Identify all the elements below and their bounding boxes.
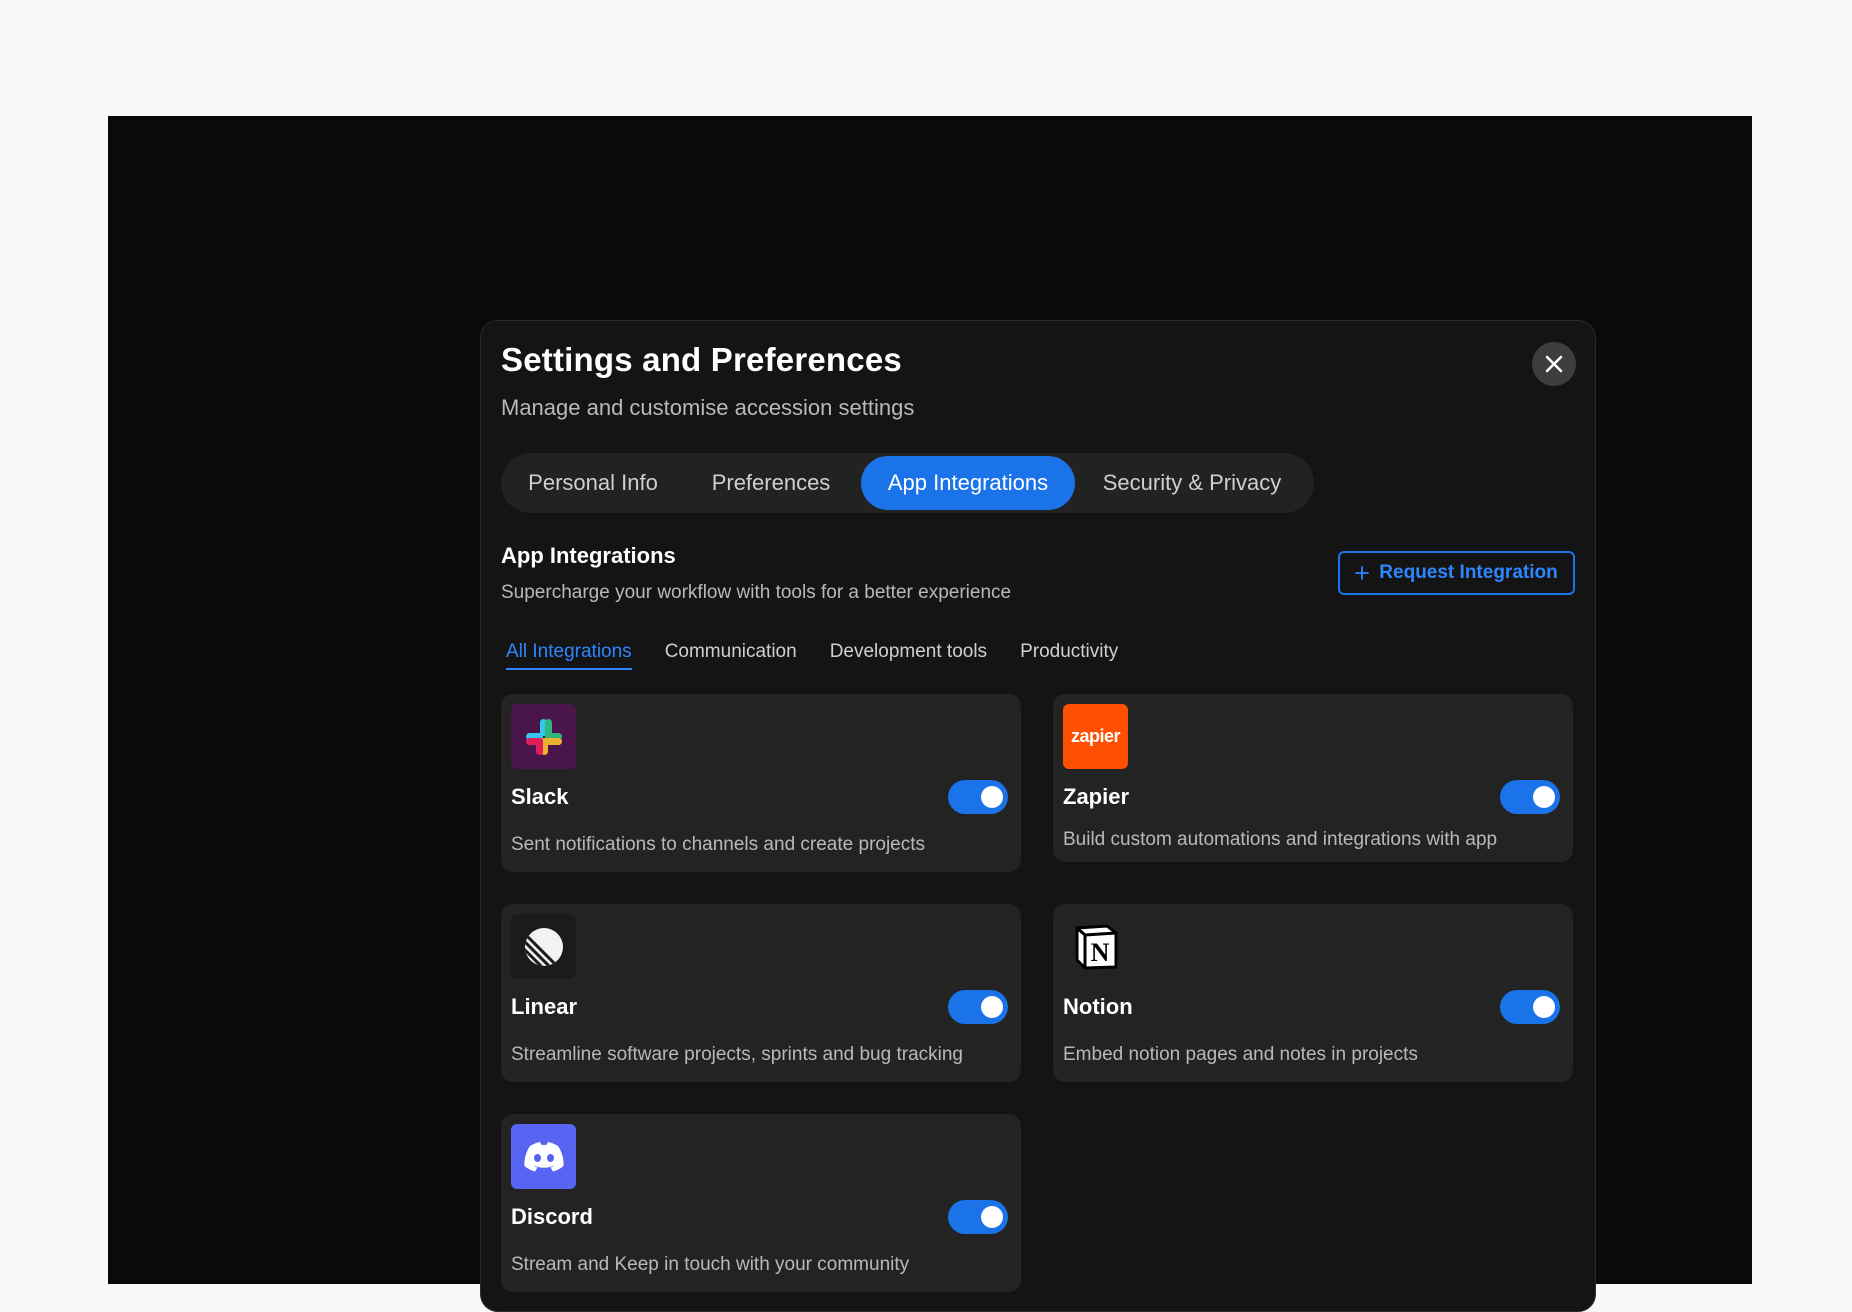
zapier-logo-text: zapier bbox=[1070, 726, 1121, 746]
integration-description: Stream and Keep in touch with your commu… bbox=[511, 1254, 910, 1275]
integration-description: Streamline software projects, sprints an… bbox=[511, 1044, 963, 1065]
slack-toggle[interactable] bbox=[948, 780, 1008, 814]
integration-name: Linear bbox=[511, 994, 578, 1019]
zapier-icon: zapier bbox=[1063, 704, 1128, 769]
discord-icon bbox=[511, 1124, 576, 1189]
tab-personal-info[interactable]: Personal Info bbox=[505, 456, 681, 510]
plus-icon bbox=[1355, 566, 1370, 580]
toggle-knob bbox=[981, 996, 1003, 1018]
modal-subtitle: Manage and customise accession settings bbox=[501, 395, 915, 420]
integration-filters: All Integrations Communication Developme… bbox=[506, 641, 1151, 670]
filter-development-tools[interactable]: Development tools bbox=[830, 641, 987, 670]
toggle-knob bbox=[981, 1206, 1003, 1228]
section-title: App Integrations bbox=[501, 543, 676, 568]
tab-app-integrations[interactable]: App Integrations bbox=[861, 456, 1075, 510]
filter-all-integrations[interactable]: All Integrations bbox=[506, 641, 632, 670]
svg-text:N: N bbox=[1090, 938, 1109, 967]
integration-card-zapier: zapier Zapier Build custom automations a… bbox=[1053, 694, 1573, 862]
integration-description: Embed notion pages and notes in projects bbox=[1063, 1044, 1418, 1065]
integration-name: Notion bbox=[1063, 994, 1133, 1019]
settings-tabs: Personal Info Preferences App Integratio… bbox=[501, 453, 1314, 513]
screen-backdrop: Settings and Preferences Manage and cust… bbox=[108, 116, 1752, 1312]
tab-security-privacy[interactable]: Security & Privacy bbox=[1075, 456, 1309, 510]
close-button[interactable] bbox=[1532, 342, 1576, 386]
toggle-knob bbox=[1533, 996, 1555, 1018]
toggle-knob bbox=[981, 786, 1003, 808]
device-frame: Settings and Preferences Manage and cust… bbox=[0, 0, 1852, 1312]
tab-preferences[interactable]: Preferences bbox=[681, 456, 861, 510]
notion-toggle[interactable] bbox=[1500, 990, 1560, 1024]
request-integration-button[interactable]: Request Integration bbox=[1338, 551, 1575, 595]
integration-description: Build custom automations and integration… bbox=[1063, 829, 1498, 850]
integration-description: Sent notifications to channels and creat… bbox=[511, 834, 926, 855]
integration-name: Discord bbox=[511, 1204, 593, 1229]
toggle-knob bbox=[1533, 786, 1555, 808]
integration-card-linear: Linear Streamline software projects, spr… bbox=[501, 904, 1021, 1082]
modal-title: Settings and Preferences bbox=[501, 341, 902, 378]
section-subtitle: Supercharge your workflow with tools for… bbox=[501, 582, 1012, 603]
close-icon bbox=[1545, 355, 1563, 373]
request-integration-label: Request Integration bbox=[1379, 562, 1558, 583]
discord-toggle[interactable] bbox=[948, 1200, 1008, 1234]
integration-card-notion: N Notion Embed notion pages and notes in… bbox=[1053, 904, 1573, 1082]
integration-name: Slack bbox=[511, 784, 569, 809]
linear-toggle[interactable] bbox=[948, 990, 1008, 1024]
slack-icon bbox=[511, 704, 576, 769]
linear-icon bbox=[511, 914, 576, 979]
settings-modal: Settings and Preferences Manage and cust… bbox=[480, 320, 1596, 1312]
filter-productivity[interactable]: Productivity bbox=[1020, 641, 1118, 670]
zapier-toggle[interactable] bbox=[1500, 780, 1560, 814]
notion-icon: N bbox=[1063, 914, 1128, 979]
integration-card-discord: Discord Stream and Keep in touch with yo… bbox=[501, 1114, 1021, 1292]
integration-name: Zapier bbox=[1063, 784, 1130, 809]
filter-communication[interactable]: Communication bbox=[665, 641, 797, 670]
integration-card-slack: Slack Sent notifications to channels and… bbox=[501, 694, 1021, 872]
